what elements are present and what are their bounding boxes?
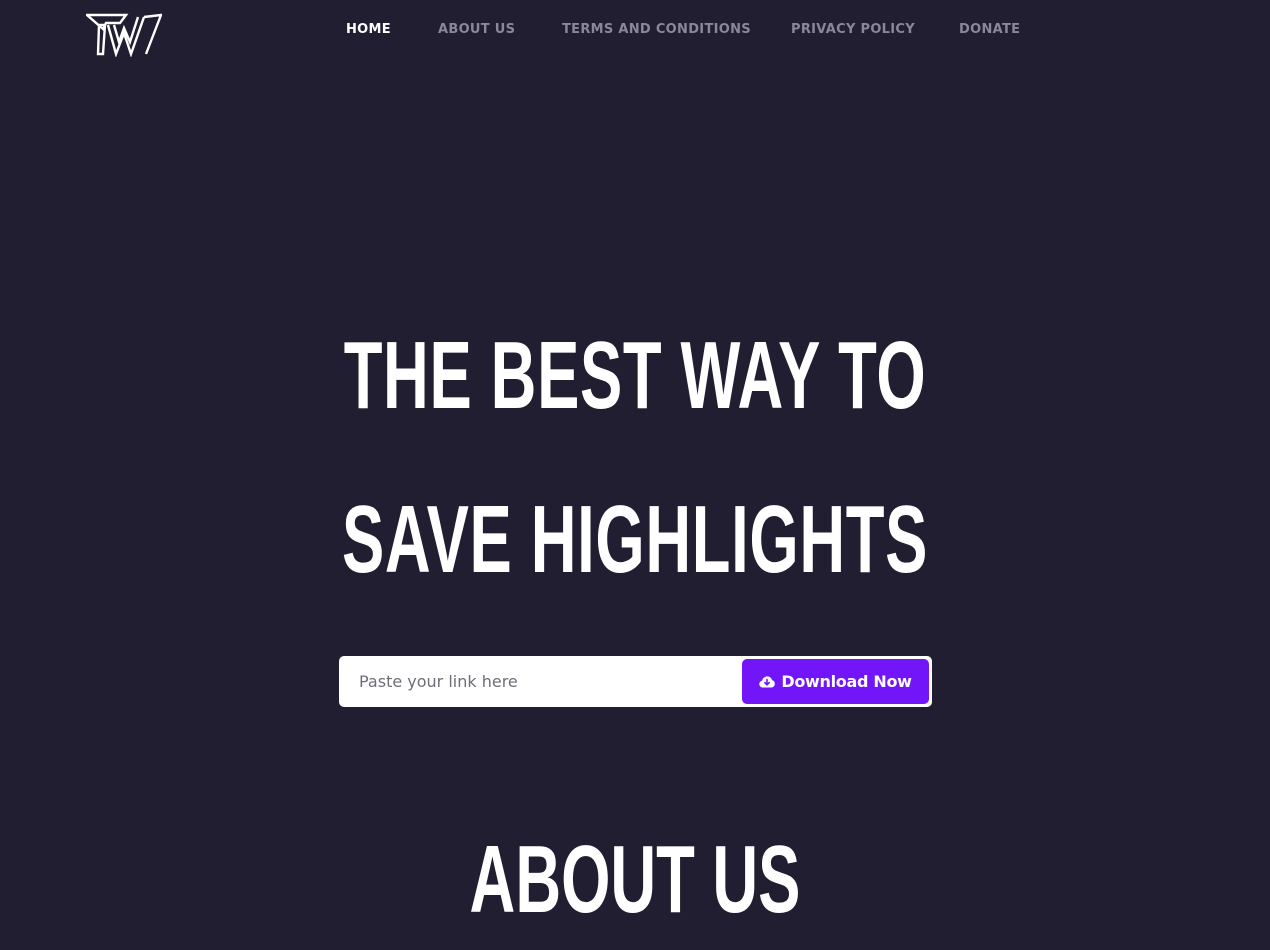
hero-title-line-1: THE BEST WAY TO <box>343 322 927 429</box>
download-form: Download Now <box>339 656 932 707</box>
about-us-heading: ABOUT US <box>469 826 801 933</box>
nav-donate[interactable]: DONATE <box>959 22 1020 37</box>
nav-home[interactable]: HOME <box>346 22 391 37</box>
nav-about-us[interactable]: ABOUT US <box>438 22 515 37</box>
link-input[interactable] <box>347 660 737 703</box>
download-now-button[interactable]: Download Now <box>742 659 929 704</box>
hero-title-line-2: SAVE HIGHLIGHTS <box>341 486 929 593</box>
cloud-download-icon <box>759 675 776 687</box>
nav-terms-and-conditions[interactable]: TERMS AND CONDITIONS <box>562 22 751 37</box>
main-nav: HOME ABOUT US TERMS AND CONDITIONS PRIVA… <box>0 0 1270 62</box>
nav-privacy-policy[interactable]: PRIVACY POLICY <box>791 22 915 37</box>
download-now-label: Download Now <box>781 672 912 691</box>
